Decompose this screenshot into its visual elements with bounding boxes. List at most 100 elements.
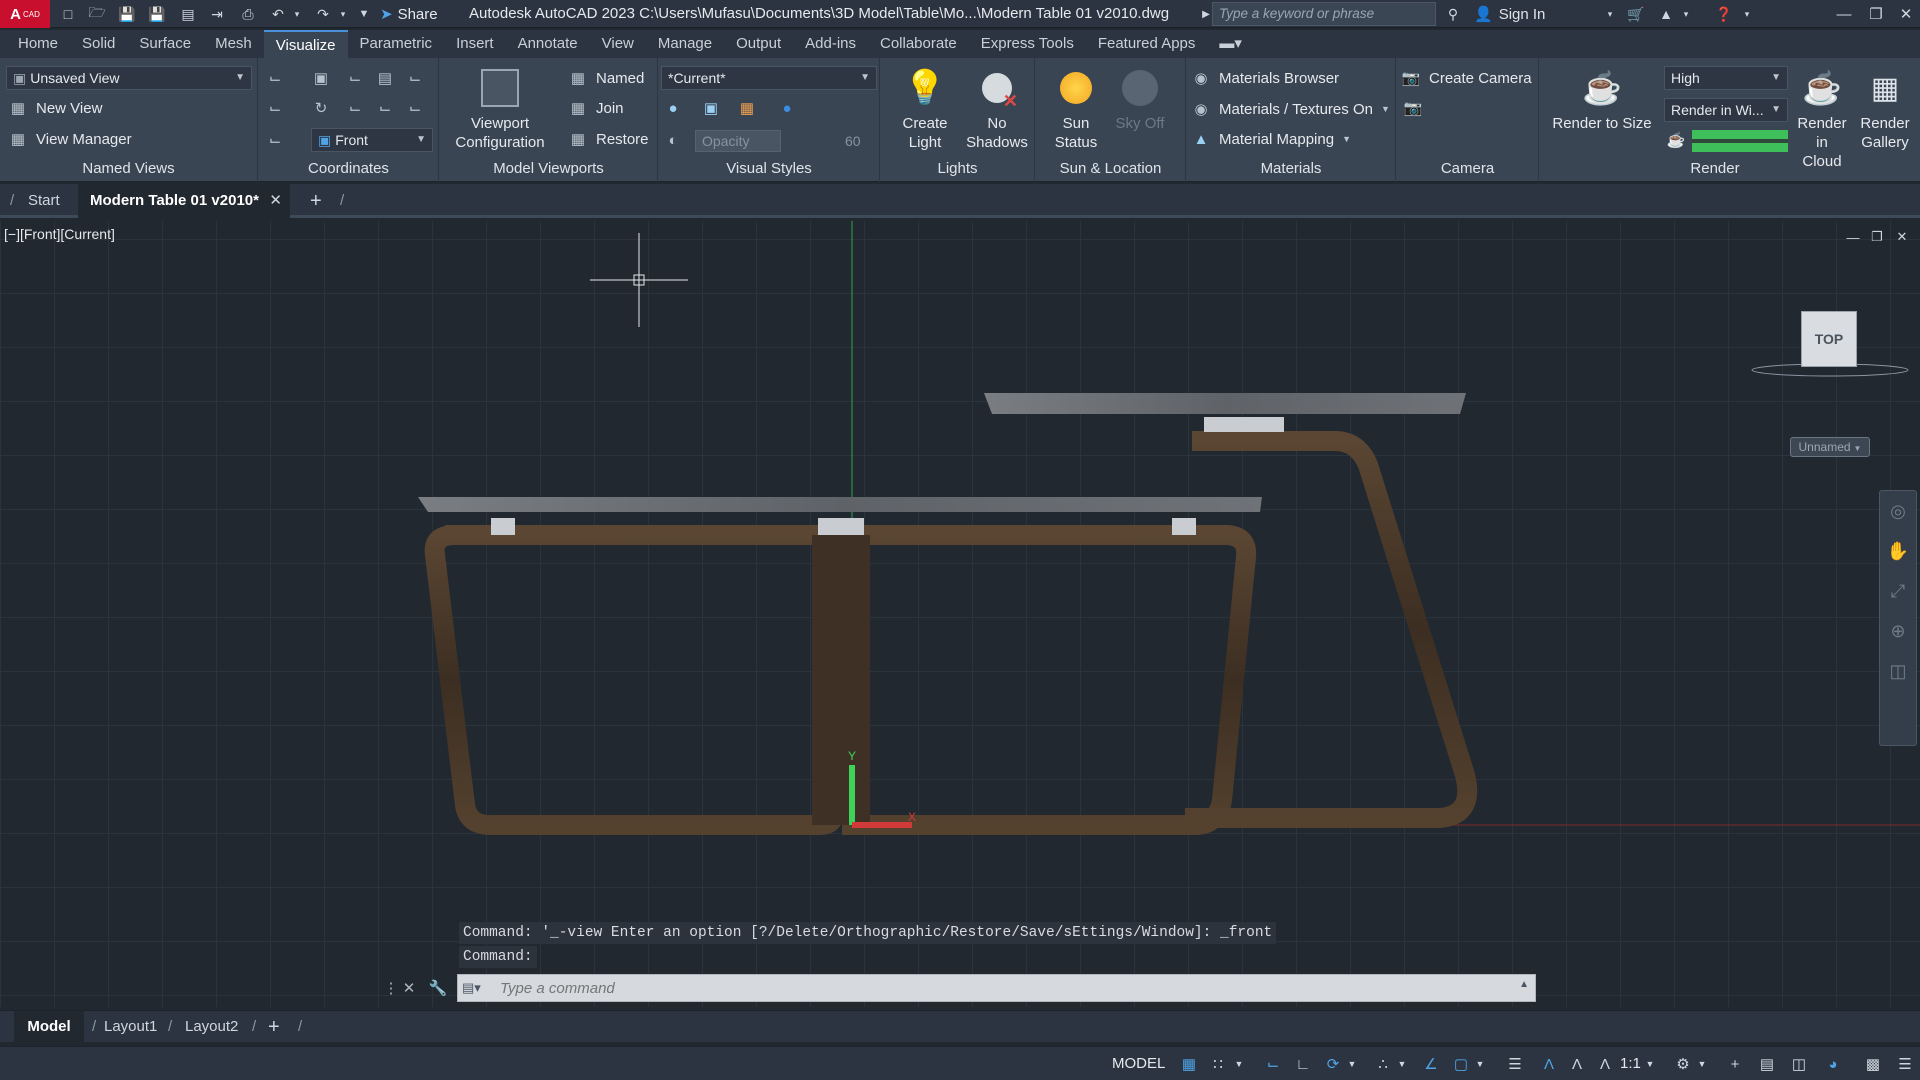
sun-status-button[interactable]: Sun Status [1046,66,1106,152]
material-mapping-button[interactable]: ▲ Material Mapping ▼ [1191,129,1351,149]
model-space-toggle[interactable]: MODEL [1112,1053,1165,1075]
face-style-icon[interactable]: ▦ [737,98,757,118]
object-snap-dropdown-icon[interactable]: ▼ [1474,1053,1486,1075]
help-dropdown-icon[interactable]: ▾ [1737,4,1757,24]
command-prompt-icon[interactable]: ▤▾ [462,978,496,998]
ucs-icon-properties-icon[interactable]: ⌙ [265,130,285,150]
autodesk-app-icon[interactable]: ▲ [1656,4,1676,24]
undo-icon[interactable]: ↶ [268,4,288,24]
quick-properties-icon[interactable]: ◫ [1788,1053,1810,1075]
customize-quick-access-icon[interactable]: ▼ [354,4,374,24]
sign-in-button[interactable]: 👤 Sign In [1474,0,1545,28]
ucs-menu[interactable]: Unnamed ▼ [1790,437,1870,457]
lineweight-icon[interactable]: ☰ [1504,1053,1526,1075]
xray-icon[interactable]: ◐ [663,130,683,150]
share-button[interactable]: ➤ Share [380,0,438,28]
ucs-view-icon[interactable]: ▤ [375,68,395,88]
restore-window-icon[interactable]: ❐ [1862,0,1890,28]
opacity-slider[interactable]: Opacity [695,130,781,152]
visual-style-select[interactable]: *Current* ▼ [661,66,877,90]
plot-icon[interactable]: ⎙ [238,4,258,24]
tab-mesh[interactable]: Mesh [203,30,264,58]
redo-icon[interactable]: ↷ [313,4,333,24]
polar-tracking-icon[interactable]: ⟳ [1322,1053,1344,1075]
annotation-visibility-icon[interactable]: Λ [1538,1053,1560,1075]
tab-view[interactable]: View [590,30,646,58]
join-button[interactable]: ▦ Join [568,98,624,118]
render-to-size-button[interactable]: ☕ Render to Size [1550,66,1654,133]
object-snap-tracking-icon[interactable]: ∠ [1420,1053,1442,1075]
command-history-toggle-icon[interactable]: ▲ [1519,979,1529,990]
workspace-gear-icon[interactable]: ⚙ [1672,1053,1694,1075]
viewcube[interactable]: TOP [1801,311,1857,367]
no-shadows-button[interactable]: ✕ No Shadows [965,66,1029,152]
sign-in-dropdown-icon[interactable]: ▾ [1600,4,1620,24]
view-select[interactable]: ▣ Unsaved View ▼ [6,66,252,90]
auto-scale-icon[interactable]: Λ [1566,1053,1588,1075]
edge-style-icon[interactable]: ▣ [701,98,721,118]
snap-icon[interactable]: ∷ [1207,1053,1229,1075]
ribbon-toggle-icon[interactable]: ▬▾ [1207,30,1254,58]
opacity-value[interactable]: 60 [845,130,861,152]
command-close-icon[interactable]: ✕ [399,978,419,998]
annotation-monitor-icon[interactable]: + [1724,1053,1746,1075]
tab-surface[interactable]: Surface [127,30,203,58]
tab-annotate[interactable]: Annotate [506,30,590,58]
ucs-icon[interactable]: ⌙ [265,68,285,88]
restore-button[interactable]: ▦ Restore [568,129,649,149]
ucs-z-icon[interactable]: ⌙ [405,98,425,118]
isodraft-icon[interactable]: ∴ [1372,1053,1394,1075]
undo-dropdown-icon[interactable]: ▾ [287,4,307,24]
named-viewports-button[interactable]: ▦ Named [568,68,644,88]
viewport-restore-icon[interactable]: ❐ [1868,228,1886,246]
viewport-close-icon[interactable]: ✕ [1893,228,1911,246]
render-environment-icon[interactable]: ☕ [1666,130,1686,150]
zoom-extents-icon[interactable]: ⤢ [1880,571,1916,611]
drawing-canvas[interactable]: Y X [0,221,1920,1007]
save-web-icon[interactable]: ⇥ [207,4,227,24]
tab-add-ins[interactable]: Add-ins [793,30,868,58]
tab-manage[interactable]: Manage [646,30,724,58]
annotation-scale-dropdown-icon[interactable]: ▼ [1644,1053,1656,1075]
environment-icon[interactable]: ● [777,98,797,118]
object-snap-icon[interactable]: ▢ [1450,1053,1472,1075]
materials-textures-button[interactable]: ◉ Materials / Textures On ▼ [1191,99,1389,119]
viewport-configuration-button[interactable]: Viewport Configuration [450,66,550,152]
create-light-button[interactable]: 💡 Create Light [895,66,955,152]
annotation-scale-value[interactable]: 1:1 [1620,1053,1641,1075]
tab-collaborate[interactable]: Collaborate [868,30,969,58]
pan-icon[interactable]: ✋ [1880,531,1916,571]
save-icon[interactable]: 💾 [117,4,137,24]
new-layout-button[interactable]: + [268,1011,280,1043]
tab-insert[interactable]: Insert [444,30,506,58]
close-tab-icon[interactable]: ✕ [269,184,282,218]
search-input[interactable]: Type a keyword or phrase [1212,2,1436,26]
ucs-world-icon[interactable]: ▣ [311,68,331,88]
tab-active-document[interactable]: Modern Table 01 v2010* ✕ [78,184,290,218]
tab-parametric[interactable]: Parametric [348,30,445,58]
open-web-icon[interactable]: ▤ [178,4,198,24]
autocad-logo[interactable]: A CAD [0,0,50,28]
cart-icon[interactable]: 🛒 [1626,4,1646,24]
viewport-minimize-icon[interactable]: — [1844,228,1862,246]
tab-express-tools[interactable]: Express Tools [969,30,1086,58]
viewport-controls-label[interactable]: [−][Front][Current] [4,226,115,242]
visual-style-icon[interactable]: ● [663,98,683,118]
minimize-icon[interactable]: — [1830,0,1858,28]
save-as-icon[interactable]: 💾 [147,4,167,24]
tab-start[interactable]: Start [28,184,60,218]
workspace-dropdown-icon[interactable]: ▼ [1696,1053,1708,1075]
tab-layout1[interactable]: Layout1 [104,1011,157,1043]
command-customize-icon[interactable]: 🔧 [428,978,448,998]
new-view-button[interactable]: ▦ New View [8,98,103,118]
customization-menu-icon[interactable]: ☰ [1894,1053,1916,1075]
close-window-icon[interactable]: ✕ [1892,0,1920,28]
orbit-icon[interactable]: ⊕ [1880,611,1916,651]
render-target-select[interactable]: Render in Wi... ▼ [1664,98,1788,122]
command-input[interactable] [500,975,1460,1001]
ucs-previous-icon[interactable]: ↻ [311,98,331,118]
infer-constraints-icon[interactable]: ⌙ [1262,1053,1284,1075]
search-icon[interactable]: ⚲ [1443,4,1463,24]
redo-dropdown-icon[interactable]: ▾ [333,4,353,24]
tab-layout2[interactable]: Layout2 [185,1011,238,1043]
